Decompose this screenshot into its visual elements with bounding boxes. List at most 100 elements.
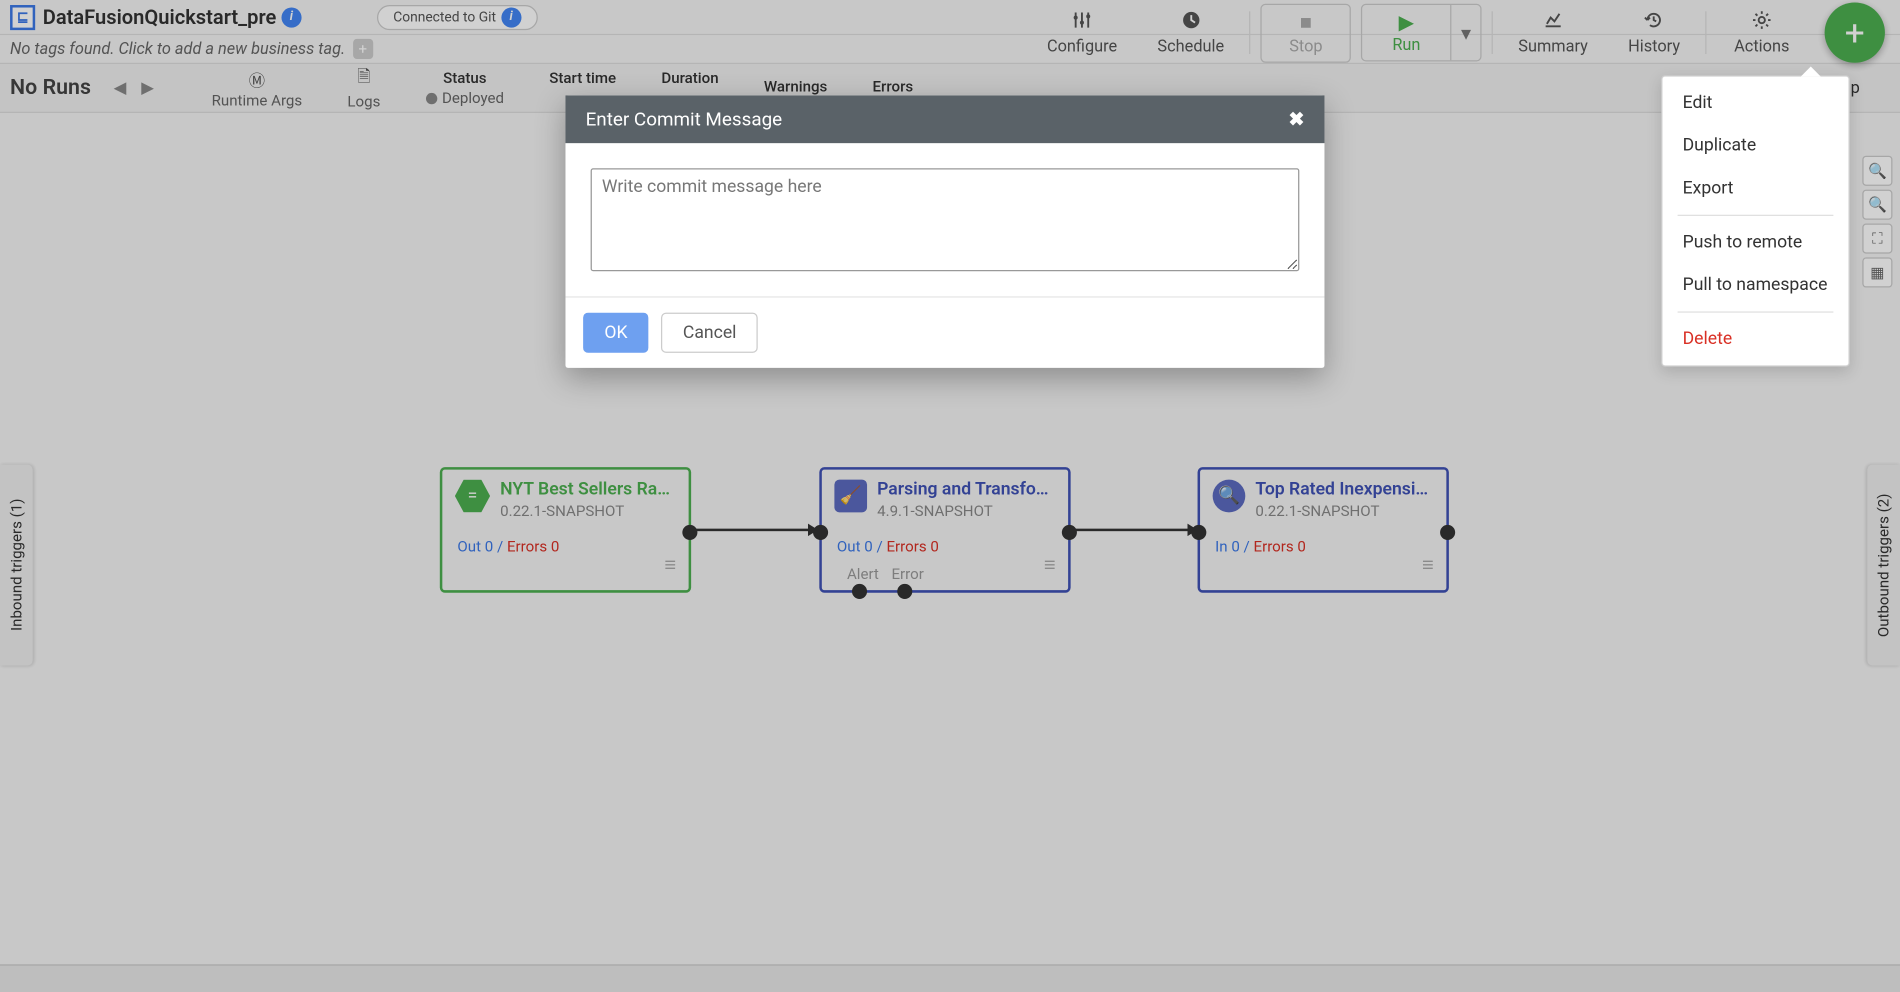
history-button[interactable]: History	[1608, 4, 1700, 61]
node-header: = NYT Best Sellers Ra… 0.22.1-SNAPSHOT	[455, 480, 676, 520]
menu-item-edit[interactable]: Edit	[1663, 82, 1849, 125]
runtime-args-icon: Ⓜ	[249, 67, 265, 91]
warnings-header: Warnings	[764, 78, 827, 96]
sink-icon: 🔍	[1213, 480, 1246, 513]
separator	[1705, 11, 1706, 54]
zoom-out-button[interactable]: 🔍	[1862, 190, 1892, 220]
run-button[interactable]: ▶ Run	[1362, 5, 1450, 60]
duration-header: Duration	[661, 69, 718, 87]
node-version: 0.22.1-SNAPSHOT	[1255, 502, 1433, 520]
outbound-triggers-tab[interactable]: Outbound triggers (2)	[1867, 465, 1900, 666]
prev-run-button[interactable]: ◀	[114, 78, 137, 97]
summary-button[interactable]: Summary	[1498, 4, 1608, 61]
logs-label: Logs	[347, 93, 380, 111]
start-time-header: Start time	[549, 69, 616, 87]
transform-icon: 🧹	[834, 480, 867, 513]
chevron-down-icon: ▾	[1461, 21, 1471, 45]
logs-button[interactable]: 🗎 Logs	[347, 65, 380, 110]
node-stats: Out 0 / Errors 0	[457, 537, 559, 555]
plus-icon: +	[1845, 12, 1865, 53]
node-in-port[interactable]	[813, 525, 828, 540]
sliders-icon	[1072, 9, 1092, 34]
connector	[1071, 529, 1197, 532]
node-out-stat: Out 0	[837, 537, 873, 555]
stop-button[interactable]: ■ Stop	[1262, 4, 1350, 61]
configure-label: Configure	[1047, 37, 1117, 56]
node-out-port[interactable]	[682, 525, 697, 540]
pipeline-node-transform[interactable]: 🧹 Parsing and Transfo… 4.9.1-SNAPSHOT Ou…	[819, 467, 1070, 593]
configure-button[interactable]: Configure	[1027, 4, 1137, 61]
node-port-labels: Alert Error	[847, 565, 924, 583]
connector	[691, 529, 817, 532]
run-label: Run	[1392, 36, 1420, 55]
node-alert-port[interactable]	[852, 584, 867, 599]
node-out-port[interactable]	[1440, 525, 1455, 540]
node-header: 🔍 Top Rated Inexpensi… 0.22.1-SNAPSHOT	[1213, 480, 1434, 520]
next-run-button[interactable]: ▶	[141, 78, 164, 97]
status-value: Deployed	[426, 89, 504, 107]
modal-footer: OK Cancel	[565, 296, 1324, 368]
modal-title: Enter Commit Message	[586, 108, 783, 131]
cancel-button[interactable]: Cancel	[662, 313, 758, 353]
stop-button-box: ■ Stop	[1261, 3, 1351, 62]
pipeline-node-sink[interactable]: 🔍 Top Rated Inexpensi… 0.22.1-SNAPSHOT I…	[1198, 467, 1449, 593]
runtime-args-button[interactable]: Ⓜ Runtime Args	[212, 67, 303, 108]
node-menu-button[interactable]: ≡	[1422, 553, 1434, 578]
node-header: 🧹 Parsing and Transfo… 4.9.1-SNAPSHOT	[834, 480, 1055, 520]
inbound-triggers-tab[interactable]: Inbound triggers (1)	[0, 465, 33, 666]
add-fab-button[interactable]: +	[1825, 3, 1885, 63]
menu-item-push-remote[interactable]: Push to remote	[1663, 221, 1849, 264]
menu-item-pull-namespace[interactable]: Pull to namespace	[1663, 264, 1849, 307]
run-nav-arrows: ◀ ▶	[114, 78, 164, 97]
menu-item-export[interactable]: Export	[1663, 167, 1849, 210]
run-button-box: ▶ Run ▾	[1361, 4, 1482, 62]
commit-message-modal: Enter Commit Message ✖ OK Cancel	[565, 95, 1324, 367]
zoom-out-icon: 🔍	[1868, 196, 1887, 214]
chart-icon	[1543, 9, 1563, 34]
pipeline-node-source[interactable]: = NYT Best Sellers Ra… 0.22.1-SNAPSHOT O…	[440, 467, 691, 593]
add-tag-button[interactable]: +	[353, 39, 373, 59]
fit-button[interactable]: ⛶	[1862, 224, 1892, 254]
play-icon: ▶	[1399, 10, 1414, 34]
run-dropdown-toggle[interactable]: ▾	[1450, 5, 1480, 60]
separator	[1249, 11, 1250, 54]
node-stats: Out 0 / Errors 0	[837, 537, 939, 555]
node-error-stat: Errors 0	[1254, 537, 1306, 555]
node-version: 0.22.1-SNAPSHOT	[500, 502, 676, 520]
node-menu-button[interactable]: ≡	[1044, 553, 1056, 578]
status-header: Status	[443, 69, 486, 87]
node-menu-button[interactable]: ≡	[664, 553, 676, 578]
node-in-port[interactable]	[1191, 525, 1206, 540]
status-column: Status Deployed	[426, 69, 504, 107]
actions-button[interactable]: Actions	[1712, 4, 1813, 61]
node-title: NYT Best Sellers Ra…	[500, 480, 676, 500]
tags-placeholder-text[interactable]: No tags found. Click to add a new busine…	[10, 40, 345, 59]
node-out-stat: Out 0	[457, 537, 493, 555]
menu-item-duplicate[interactable]: Duplicate	[1663, 124, 1849, 167]
layout-icon: ▦	[1870, 264, 1884, 282]
outbound-triggers-label: Outbound triggers (2)	[1875, 493, 1893, 637]
layout-button[interactable]: ▦	[1862, 257, 1892, 287]
modal-body	[565, 143, 1324, 296]
menu-item-delete[interactable]: Delete	[1663, 318, 1849, 361]
zoom-in-button[interactable]: 🔍	[1862, 156, 1892, 186]
alert-port-label: Alert	[847, 565, 879, 583]
history-label: History	[1628, 37, 1680, 56]
ok-button[interactable]: OK	[583, 313, 649, 353]
summary-label: Summary	[1518, 37, 1588, 56]
zoom-controls: 🔍 🔍 ⛶ ▦	[1862, 156, 1895, 288]
app-logo-icon: ⊑	[10, 4, 35, 29]
gear-icon	[1752, 9, 1772, 34]
git-status-pill[interactable]: Connected to Git i	[377, 4, 538, 29]
info-icon[interactable]: i	[281, 7, 301, 27]
commit-message-textarea[interactable]	[591, 168, 1300, 271]
)modal-header: Enter Commit Message ✖	[565, 95, 1324, 143]
clock-icon	[1181, 9, 1201, 34]
schedule-button[interactable]: Schedule	[1137, 4, 1244, 61]
runtime-args-label: Runtime Args	[212, 91, 303, 109]
info-icon[interactable]: i	[501, 7, 521, 27]
modal-close-button[interactable]: ✖	[1289, 108, 1305, 131]
node-error-port[interactable]	[897, 584, 912, 599]
history-icon	[1644, 9, 1664, 34]
node-out-port[interactable]	[1062, 525, 1077, 540]
